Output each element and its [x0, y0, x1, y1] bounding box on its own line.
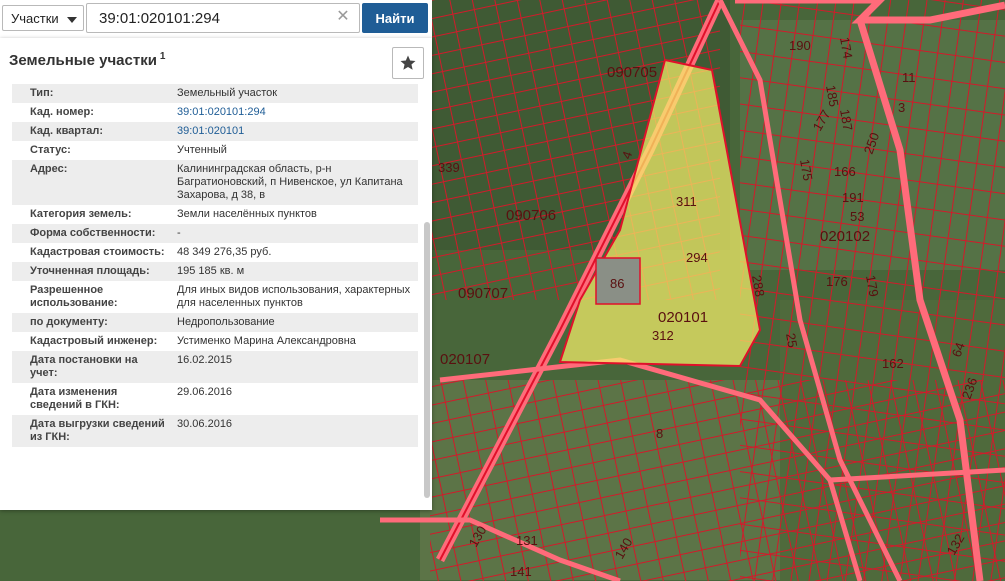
- attribute-key: Адрес:: [30, 163, 68, 175]
- attribute-row: по документу: Недропользование: [12, 313, 418, 332]
- attribute-row: Статус: Учтенный: [12, 141, 418, 160]
- search-type-select[interactable]: Участки: [2, 5, 84, 31]
- attribute-row: Форма собственности: -: [12, 224, 418, 243]
- attribute-value: -: [177, 227, 181, 239]
- attribute-row: Дата постановки на учет: 16.02.2015: [12, 351, 418, 383]
- attribute-row: Кадастровая стоимость: 48 349 276,35 руб.: [12, 243, 418, 262]
- panel-scrollbar[interactable]: [423, 84, 432, 506]
- attribute-row: Адрес: Калининградская область, р-н Багра…: [12, 160, 418, 205]
- attribute-key: Статус:: [30, 144, 71, 156]
- star-icon: [400, 55, 416, 70]
- chevron-down-icon: [67, 17, 77, 23]
- attribute-value: 30.06.2016: [177, 418, 233, 430]
- attribute-key: Дата выгрузки сведений из ГКН:: [30, 418, 165, 443]
- map-label: 3: [898, 100, 905, 115]
- attribute-key: Форма собственности:: [30, 227, 156, 239]
- attribute-value: Для иных видов использования, характерны…: [177, 284, 411, 309]
- attribute-key: Кадастровая стоимость:: [30, 246, 165, 258]
- map-label: 090705: [607, 64, 657, 81]
- search-bar: Участки ✕ Найти: [0, 0, 432, 39]
- info-panel: Земельные участки 1 Тип: Земельный участок…: [0, 38, 432, 510]
- attribute-row: Кад. квартал: 39:01:020101: [12, 122, 418, 141]
- attribute-key: Кадастровый инженер:: [30, 335, 158, 347]
- attribute-value: 39:01:020101: [171, 122, 418, 141]
- attribute-value: Устименко Марина Александровна: [177, 335, 356, 347]
- attribute-value: Учтенный: [177, 144, 227, 156]
- attribute-key: Кад. квартал:: [30, 125, 104, 137]
- map-label: 176: [826, 274, 848, 289]
- search-button[interactable]: Найти: [362, 3, 428, 33]
- attribute-row: Кадастровый инженер: Устименко Марина Але…: [12, 332, 418, 351]
- map-label: 020107: [440, 351, 490, 368]
- map-label: 090707: [458, 285, 508, 302]
- map-label: 162: [882, 356, 904, 371]
- scrollbar-thumb[interactable]: [424, 222, 430, 498]
- attribute-value: 39:01:020101:294: [171, 103, 418, 122]
- attribute-row: Уточненная площадь: 195 185 кв. м: [12, 262, 418, 281]
- map-label: 25: [783, 332, 800, 349]
- close-icon[interactable]: ✕: [335, 8, 351, 26]
- attribute-key: по документу:: [30, 316, 108, 328]
- attribute-key: Уточненная площадь:: [30, 265, 150, 277]
- map-label: 141: [510, 564, 532, 579]
- attribute-row: Дата изменения сведений в ГКН: 29.06.2016: [12, 383, 418, 415]
- attribute-value: Калининградская область, р-н Багратионов…: [177, 163, 403, 201]
- attribute-key: Тип:: [30, 87, 54, 99]
- attribute-key: Дата постановки на учет:: [30, 354, 138, 379]
- panel-title: Земельные участки 1: [9, 51, 165, 69]
- favorite-button[interactable]: [392, 47, 424, 79]
- map-label: 312: [652, 328, 674, 343]
- map-label: 090706: [506, 207, 556, 224]
- attribute-row: Тип: Земельный участок: [12, 84, 418, 103]
- map-label: 131: [516, 533, 538, 548]
- map-label: 339: [438, 160, 460, 175]
- map-label: 53: [850, 209, 864, 224]
- attribute-value: 195 185 кв. м: [177, 265, 245, 277]
- map-label: 294: [686, 250, 708, 265]
- attribute-value: Земли населённых пунктов: [177, 208, 317, 220]
- attribute-value: 48 349 276,35 руб.: [177, 246, 272, 258]
- map-label: 020101: [658, 309, 708, 326]
- map-label: 86: [610, 276, 624, 291]
- attribute-key: Дата изменения сведений в ГКН:: [30, 386, 120, 411]
- attribute-key: Кад. номер:: [30, 106, 94, 118]
- attribute-key: Категория земель:: [30, 208, 132, 220]
- panel-title-index: 1: [159, 51, 166, 62]
- attributes-list: Тип: Земельный участок Кад. номер: 39:01:02…: [12, 84, 420, 506]
- search-type-label: Участки: [11, 11, 59, 26]
- panel-header: Земельные участки 1: [0, 38, 432, 84]
- attribute-link[interactable]: 39:01:020101: [177, 125, 244, 137]
- attribute-row: Кад. номер: 39:01:020101:294: [12, 103, 418, 122]
- attribute-row: Категория земель: Земли населённых пункто…: [12, 205, 418, 224]
- attribute-row: Разрешенное использование: Для иных видов…: [12, 281, 418, 313]
- attribute-value: Земельный участок: [177, 87, 278, 99]
- attribute-value: 16.02.2015: [177, 354, 233, 366]
- map-label: 11: [902, 70, 916, 85]
- map-label: 8: [656, 426, 663, 441]
- map-label: 166: [834, 164, 856, 179]
- map-label: 020102: [820, 228, 870, 245]
- map-label: 190: [789, 38, 811, 53]
- panel-title-text: Земельные участки: [9, 52, 157, 69]
- search-input[interactable]: [86, 3, 360, 33]
- attribute-value: 29.06.2016: [177, 386, 233, 398]
- attribute-key: Разрешенное использование:: [30, 284, 118, 309]
- attribute-value: Недропользование: [177, 316, 275, 328]
- map-label: 191: [842, 190, 864, 205]
- attribute-row: Дата выгрузки сведений из ГКН: 30.06.2016: [12, 415, 418, 447]
- attribute-link[interactable]: 39:01:020101:294: [177, 106, 266, 118]
- map-label: 311: [676, 194, 697, 209]
- attributes-table: Тип: Земельный участок Кад. номер: 39:01:02…: [12, 84, 418, 447]
